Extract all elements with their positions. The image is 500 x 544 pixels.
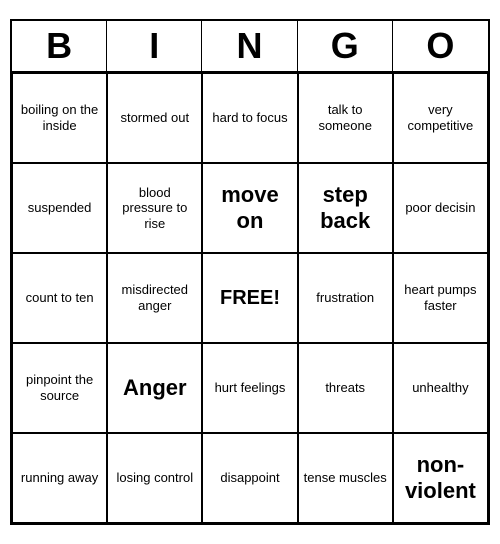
header-letter: N bbox=[202, 21, 297, 71]
bingo-cell: step back bbox=[298, 163, 393, 253]
bingo-cell: blood pressure to rise bbox=[107, 163, 202, 253]
bingo-cell: suspended bbox=[12, 163, 107, 253]
bingo-cell: FREE! bbox=[202, 253, 297, 343]
header-letter: I bbox=[107, 21, 202, 71]
bingo-cell: losing control bbox=[107, 433, 202, 523]
bingo-cell: poor decisin bbox=[393, 163, 488, 253]
bingo-cell: boiling on the inside bbox=[12, 73, 107, 163]
bingo-cell: heart pumps faster bbox=[393, 253, 488, 343]
bingo-cell: talk to someone bbox=[298, 73, 393, 163]
bingo-cell: hurt feelings bbox=[202, 343, 297, 433]
bingo-cell: frustration bbox=[298, 253, 393, 343]
bingo-cell: tense muscles bbox=[298, 433, 393, 523]
bingo-cell: very competitive bbox=[393, 73, 488, 163]
bingo-cell: unhealthy bbox=[393, 343, 488, 433]
bingo-cell: disappoint bbox=[202, 433, 297, 523]
bingo-cell: running away bbox=[12, 433, 107, 523]
bingo-header: BINGO bbox=[12, 21, 488, 73]
bingo-cell: threats bbox=[298, 343, 393, 433]
header-letter: B bbox=[12, 21, 107, 71]
bingo-grid: boiling on the insidestormed outhard to … bbox=[12, 73, 488, 523]
bingo-cell: stormed out bbox=[107, 73, 202, 163]
bingo-cell: count to ten bbox=[12, 253, 107, 343]
bingo-cell: non-violent bbox=[393, 433, 488, 523]
bingo-cell: Anger bbox=[107, 343, 202, 433]
bingo-card: BINGO boiling on the insidestormed outha… bbox=[10, 19, 490, 525]
header-letter: G bbox=[298, 21, 393, 71]
bingo-cell: move on bbox=[202, 163, 297, 253]
bingo-cell: pinpoint the source bbox=[12, 343, 107, 433]
bingo-cell: misdirected anger bbox=[107, 253, 202, 343]
bingo-cell: hard to focus bbox=[202, 73, 297, 163]
header-letter: O bbox=[393, 21, 488, 71]
